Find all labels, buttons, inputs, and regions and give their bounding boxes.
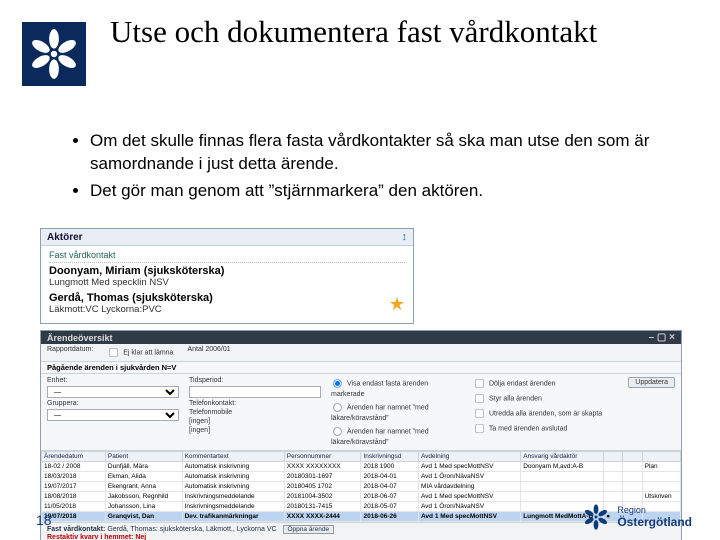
report-date-label: Rapportdatum: [47, 346, 93, 359]
actors-panel: Aktörer ↕ Fast vårdkontakt Doonyam, Miri… [40, 228, 414, 324]
rb2[interactable]: Ärenden har namnet ”med läkare/köravstån… [331, 401, 463, 423]
gruppera-label: Gruppera: [47, 400, 179, 407]
rb1[interactable]: Visa endast fasta ärenden markerade [331, 377, 463, 399]
enhet-label: Enhet: [47, 377, 179, 384]
cases-caption: Pågående ärenden i sjukvården N=V [41, 362, 681, 374]
foot-names: Gerdå, Thomas: sjuksköterska, Läkmott., … [107, 526, 276, 533]
enhet-select[interactable]: — [47, 386, 179, 398]
table-row[interactable]: 18/08/2018Jakobsson, RegnhildInskrivning… [42, 492, 681, 502]
cb2[interactable]: Styr alla ärenden [473, 392, 605, 405]
actor-1-sub: Lungmott Med specklin NSV [49, 277, 224, 288]
addr1: [ingen] [189, 418, 321, 425]
actors-header: Aktörer [47, 232, 83, 243]
table-row[interactable]: 19/07/2017Ekengrant, AnnaAutomatisk insk… [42, 482, 681, 492]
addr2: [ingen] [189, 427, 321, 434]
slide-bullets: Om det skulle finnas flera fasta vårdkon… [60, 130, 680, 207]
region-logo: Region Östergötland [581, 502, 692, 532]
phone-value: Telefonmobile [189, 409, 321, 416]
rb3[interactable]: Ärenden har namnet ”med läkare/köravstån… [331, 425, 463, 447]
actor-2-sub: Läkmott:VC Lyckorna:PVC [49, 304, 213, 315]
bullet-1: Om det skulle finnas flera fasta vårdkon… [90, 130, 680, 176]
cases-bar-title: Ärendeöversikt [47, 333, 113, 343]
region-brand: Region [617, 506, 692, 515]
table-header-row: Ärendedatum Patient Kommentartext Person… [42, 452, 681, 462]
cb1[interactable]: Dölja endast ärenden [473, 377, 605, 390]
not-ready-checkbox[interactable]: Ej klar att lämna [107, 346, 173, 359]
update-button[interactable]: Uppdatera [628, 377, 675, 388]
actor-1-name: Doonyam, Miriam (sjuksköterska) [49, 265, 224, 277]
foot-label: Fast vårdkontakt: [47, 526, 105, 533]
window-controls-icon[interactable]: – ▢ × [649, 332, 675, 343]
foot-red: Restaktiv kvarv i hemmet: Nej [47, 534, 146, 540]
slide-title: Utse och dokumentera fast vårdkontakt [110, 14, 690, 50]
open-case-button[interactable]: Öppna ärende [283, 525, 335, 534]
count-label: Antal 2006/01 [187, 346, 230, 359]
tidsperiod-label: Tidsperiod: [189, 377, 321, 384]
phone-label: Telefonkontakt: [189, 400, 321, 407]
bullet-2: Det gör man genom att ”stjärnmarkera” de… [90, 180, 680, 203]
expand-icon[interactable]: ↕ [402, 231, 408, 243]
gruppera-select[interactable]: — [47, 409, 179, 421]
actors-subheader: Fast vårdkontakt [49, 250, 405, 263]
slide-logo [22, 22, 86, 86]
actor-2-name: Gerdå, Thomas (sjuksköterska) [49, 292, 213, 304]
cb4[interactable]: Ta med ärenden avslutad [473, 422, 605, 435]
region-name: Östergötland [617, 515, 692, 529]
table-row[interactable]: 18/03/2018Ekman, AlidaAutomatisk inskriv… [42, 472, 681, 482]
table-row[interactable]: 18-02 / 2008Dunfjäll, MäraAutomatisk ins… [42, 462, 681, 472]
cb3[interactable]: Utredda alla ärenden, som är skapta [473, 407, 605, 420]
star-icon[interactable]: ★ [389, 297, 405, 311]
page-number: 18 [36, 512, 52, 528]
tidsperiod-input[interactable] [189, 386, 321, 398]
